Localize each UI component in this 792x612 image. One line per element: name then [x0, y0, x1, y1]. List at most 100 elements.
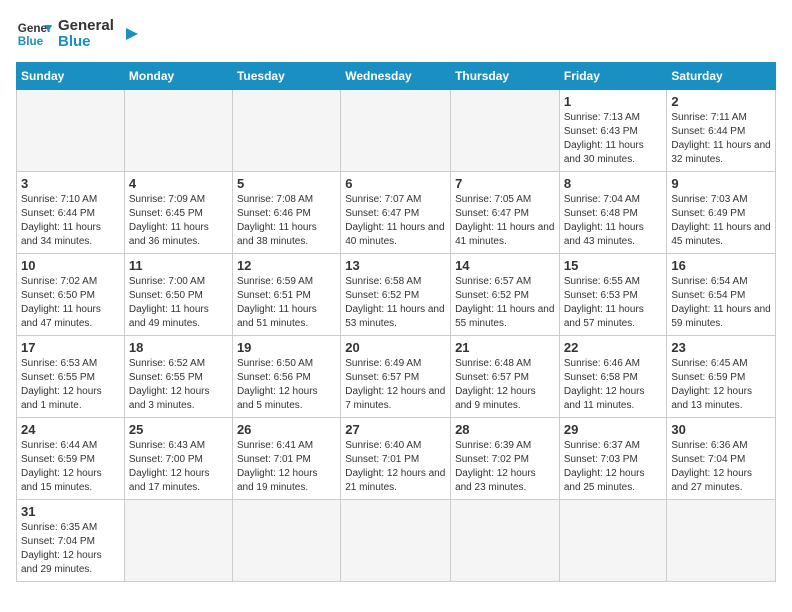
weekday-header-wednesday: Wednesday — [341, 63, 451, 90]
day-number: 13 — [345, 258, 446, 273]
svg-text:Blue: Blue — [18, 35, 44, 48]
calendar-cell — [451, 500, 560, 582]
day-info: Sunrise: 6:37 AM Sunset: 7:03 PM Dayligh… — [564, 439, 663, 495]
calendar-cell: 26Sunrise: 6:41 AM Sunset: 7:01 PM Dayli… — [232, 418, 340, 500]
calendar-cell: 18Sunrise: 6:52 AM Sunset: 6:55 PM Dayli… — [124, 336, 232, 418]
day-info: Sunrise: 7:03 AM Sunset: 6:49 PM Dayligh… — [671, 193, 771, 249]
logo-arrow-icon — [120, 22, 144, 46]
logo: General Blue General Blue — [16, 16, 144, 52]
day-info: Sunrise: 6:50 AM Sunset: 6:56 PM Dayligh… — [237, 357, 336, 413]
day-number: 14 — [455, 258, 555, 273]
calendar-cell: 3 Sunrise: 7:10 AM Sunset: 6:44 PM Daylig… — [17, 172, 125, 254]
calendar-cell — [232, 90, 340, 172]
day-number: 25 — [129, 422, 228, 437]
calendar-cell: 31 Sunrise: 6:35 AM Sunset: 7:04 PM Dayli… — [17, 500, 125, 582]
day-info: Sunrise: 7:02 AM Sunset: 6:50 PM Dayligh… — [21, 275, 120, 331]
calendar-cell — [124, 500, 232, 582]
day-number: 29 — [564, 422, 663, 437]
calendar-cell: 24Sunrise: 6:44 AM Sunset: 6:59 PM Dayli… — [17, 418, 125, 500]
day-number: 28 — [455, 422, 555, 437]
day-number: 8 — [564, 176, 663, 191]
weekday-header-saturday: Saturday — [667, 63, 776, 90]
day-info: Sunrise: 6:55 AM Sunset: 6:53 PM Dayligh… — [564, 275, 663, 331]
day-info: Sunrise: 6:46 AM Sunset: 6:58 PM Dayligh… — [564, 357, 663, 413]
weekday-header-row: SundayMondayTuesdayWednesdayThursdayFrid… — [17, 63, 776, 90]
weekday-header-friday: Friday — [559, 63, 667, 90]
day-info: Sunrise: 7:08 AM Sunset: 6:46 PM Dayligh… — [237, 193, 336, 249]
day-info: Sunrise: 7:11 AM Sunset: 6:44 PM Dayligh… — [671, 111, 771, 167]
calendar-cell: 21Sunrise: 6:48 AM Sunset: 6:57 PM Dayli… — [451, 336, 560, 418]
calendar-week-row: 24Sunrise: 6:44 AM Sunset: 6:59 PM Dayli… — [17, 418, 776, 500]
day-info: Sunrise: 7:05 AM Sunset: 6:47 PM Dayligh… — [455, 193, 555, 249]
calendar-cell: 1 Sunrise: 7:13 AM Sunset: 6:43 PM Daylig… — [559, 90, 667, 172]
calendar-cell: 19 Sunrise: 6:50 AM Sunset: 6:56 PM Dayli… — [232, 336, 340, 418]
calendar-cell: 30 Sunrise: 6:36 AM Sunset: 7:04 PM Dayli… — [667, 418, 776, 500]
calendar-cell: 6Sunrise: 7:07 AM Sunset: 6:47 PM Daylig… — [341, 172, 451, 254]
calendar-cell: 23 Sunrise: 6:45 AM Sunset: 6:59 PM Dayli… — [667, 336, 776, 418]
calendar-cell: 29 Sunrise: 6:37 AM Sunset: 7:03 PM Dayli… — [559, 418, 667, 500]
calendar-cell: 14 Sunrise: 6:57 AM Sunset: 6:52 PM Dayli… — [451, 254, 560, 336]
weekday-header-tuesday: Tuesday — [232, 63, 340, 90]
calendar-cell: 12 Sunrise: 6:59 AM Sunset: 6:51 PM Dayli… — [232, 254, 340, 336]
day-info: Sunrise: 6:53 AM Sunset: 6:55 PM Dayligh… — [21, 357, 120, 413]
day-number: 11 — [129, 258, 228, 273]
day-info: Sunrise: 6:41 AM Sunset: 7:01 PM Dayligh… — [237, 439, 336, 495]
day-number: 4 — [129, 176, 228, 191]
day-number: 27 — [345, 422, 446, 437]
day-info: Sunrise: 6:58 AM Sunset: 6:52 PM Dayligh… — [345, 275, 446, 331]
calendar-cell: 25 Sunrise: 6:43 AM Sunset: 7:00 PM Dayli… — [124, 418, 232, 500]
logo-general: General — [58, 17, 114, 34]
calendar-week-row: 17Sunrise: 6:53 AM Sunset: 6:55 PM Dayli… — [17, 336, 776, 418]
day-number: 16 — [671, 258, 771, 273]
day-number: 21 — [455, 340, 555, 355]
calendar-cell: 15 Sunrise: 6:55 AM Sunset: 6:53 PM Dayli… — [559, 254, 667, 336]
calendar-cell — [232, 500, 340, 582]
day-info: Sunrise: 6:45 AM Sunset: 6:59 PM Dayligh… — [671, 357, 771, 413]
calendar-cell: 9Sunrise: 7:03 AM Sunset: 6:49 PM Daylig… — [667, 172, 776, 254]
calendar-cell: 13 Sunrise: 6:58 AM Sunset: 6:52 PM Dayli… — [341, 254, 451, 336]
day-number: 18 — [129, 340, 228, 355]
day-info: Sunrise: 6:43 AM Sunset: 7:00 PM Dayligh… — [129, 439, 228, 495]
calendar-cell: 27 Sunrise: 6:40 AM Sunset: 7:01 PM Dayli… — [341, 418, 451, 500]
day-number: 15 — [564, 258, 663, 273]
day-info: Sunrise: 6:39 AM Sunset: 7:02 PM Dayligh… — [455, 439, 555, 495]
calendar-cell — [667, 500, 776, 582]
calendar-cell: 28 Sunrise: 6:39 AM Sunset: 7:02 PM Dayli… — [451, 418, 560, 500]
calendar-week-row: 1 Sunrise: 7:13 AM Sunset: 6:43 PM Daylig… — [17, 90, 776, 172]
day-number: 12 — [237, 258, 336, 273]
day-info: Sunrise: 7:00 AM Sunset: 6:50 PM Dayligh… — [129, 275, 228, 331]
calendar-cell: 8Sunrise: 7:04 AM Sunset: 6:48 PM Daylig… — [559, 172, 667, 254]
day-number: 3 — [21, 176, 120, 191]
day-number: 7 — [455, 176, 555, 191]
weekday-header-thursday: Thursday — [451, 63, 560, 90]
calendar-cell: 7 Sunrise: 7:05 AM Sunset: 6:47 PM Daylig… — [451, 172, 560, 254]
day-number: 23 — [671, 340, 771, 355]
day-number: 10 — [21, 258, 120, 273]
calendar-week-row: 10 Sunrise: 7:02 AM Sunset: 6:50 PM Dayli… — [17, 254, 776, 336]
day-info: Sunrise: 6:35 AM Sunset: 7:04 PM Dayligh… — [21, 521, 120, 577]
calendar-cell: 10 Sunrise: 7:02 AM Sunset: 6:50 PM Dayli… — [17, 254, 125, 336]
day-info: Sunrise: 7:13 AM Sunset: 6:43 PM Dayligh… — [564, 111, 663, 167]
calendar-table: SundayMondayTuesdayWednesdayThursdayFrid… — [16, 62, 776, 582]
calendar-cell: 16Sunrise: 6:54 AM Sunset: 6:54 PM Dayli… — [667, 254, 776, 336]
day-number: 30 — [671, 422, 771, 437]
day-number: 1 — [564, 94, 663, 109]
day-info: Sunrise: 6:57 AM Sunset: 6:52 PM Dayligh… — [455, 275, 555, 331]
day-number: 19 — [237, 340, 336, 355]
day-info: Sunrise: 6:36 AM Sunset: 7:04 PM Dayligh… — [671, 439, 771, 495]
day-info: Sunrise: 7:10 AM Sunset: 6:44 PM Dayligh… — [21, 193, 120, 249]
day-info: Sunrise: 6:59 AM Sunset: 6:51 PM Dayligh… — [237, 275, 336, 331]
logo-blue: Blue — [58, 34, 114, 51]
day-number: 5 — [237, 176, 336, 191]
calendar-cell — [124, 90, 232, 172]
day-info: Sunrise: 6:40 AM Sunset: 7:01 PM Dayligh… — [345, 439, 446, 495]
page-header: General Blue General Blue — [16, 16, 776, 52]
calendar-cell: 11 Sunrise: 7:00 AM Sunset: 6:50 PM Dayli… — [124, 254, 232, 336]
calendar-cell: 20Sunrise: 6:49 AM Sunset: 6:57 PM Dayli… — [341, 336, 451, 418]
day-number: 24 — [21, 422, 120, 437]
calendar-cell: 22Sunrise: 6:46 AM Sunset: 6:58 PM Dayli… — [559, 336, 667, 418]
day-number: 31 — [21, 504, 120, 519]
calendar-cell — [451, 90, 560, 172]
weekday-header-monday: Monday — [124, 63, 232, 90]
calendar-cell: 4Sunrise: 7:09 AM Sunset: 6:45 PM Daylig… — [124, 172, 232, 254]
